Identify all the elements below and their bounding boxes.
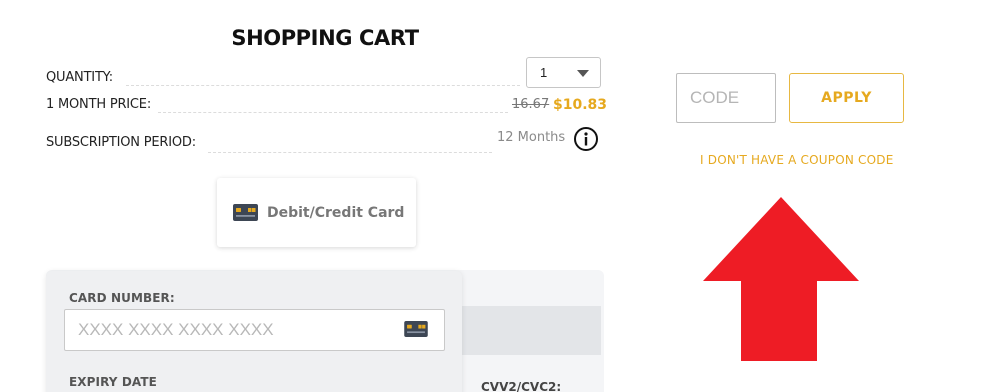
quantity-label: QUANTITY: xyxy=(46,70,113,85)
card-number-input[interactable] xyxy=(64,309,445,351)
card-number-label: CARD NUMBER: xyxy=(69,291,175,305)
payment-method-label: Debit/Credit Card xyxy=(267,204,405,221)
no-coupon-link[interactable]: I DON'T HAVE A COUPON CODE xyxy=(700,153,893,167)
magnetic-strip xyxy=(462,306,601,355)
credit-card-icon xyxy=(233,204,258,221)
info-icon[interactable] xyxy=(573,126,599,152)
arrow-up-icon xyxy=(703,197,859,361)
new-price: $10.83 xyxy=(553,97,608,113)
dotted-divider xyxy=(126,85,520,86)
old-price: 16.67 xyxy=(512,97,550,112)
cvv-label: CVV2/CVC2: xyxy=(481,380,562,392)
dotted-divider xyxy=(208,152,492,153)
chevron-down-icon xyxy=(577,70,589,77)
period-value: 12 Months xyxy=(497,130,566,145)
dotted-divider xyxy=(158,112,508,113)
expiry-date-label: EXPIRY DATE xyxy=(69,375,157,389)
quantity-select[interactable]: 1 xyxy=(526,57,601,88)
coupon-code-input[interactable] xyxy=(676,73,776,123)
credit-card-icon xyxy=(404,321,428,337)
apply-button[interactable]: APPLY xyxy=(789,73,904,123)
period-label: SUBSCRIPTION PERIOD: xyxy=(46,135,196,150)
price-label: 1 MONTH PRICE: xyxy=(46,97,152,112)
page-title: SHOPPING CART xyxy=(231,26,419,50)
payment-method-card[interactable]: Debit/Credit Card xyxy=(217,178,416,247)
quantity-value: 1 xyxy=(540,65,548,80)
